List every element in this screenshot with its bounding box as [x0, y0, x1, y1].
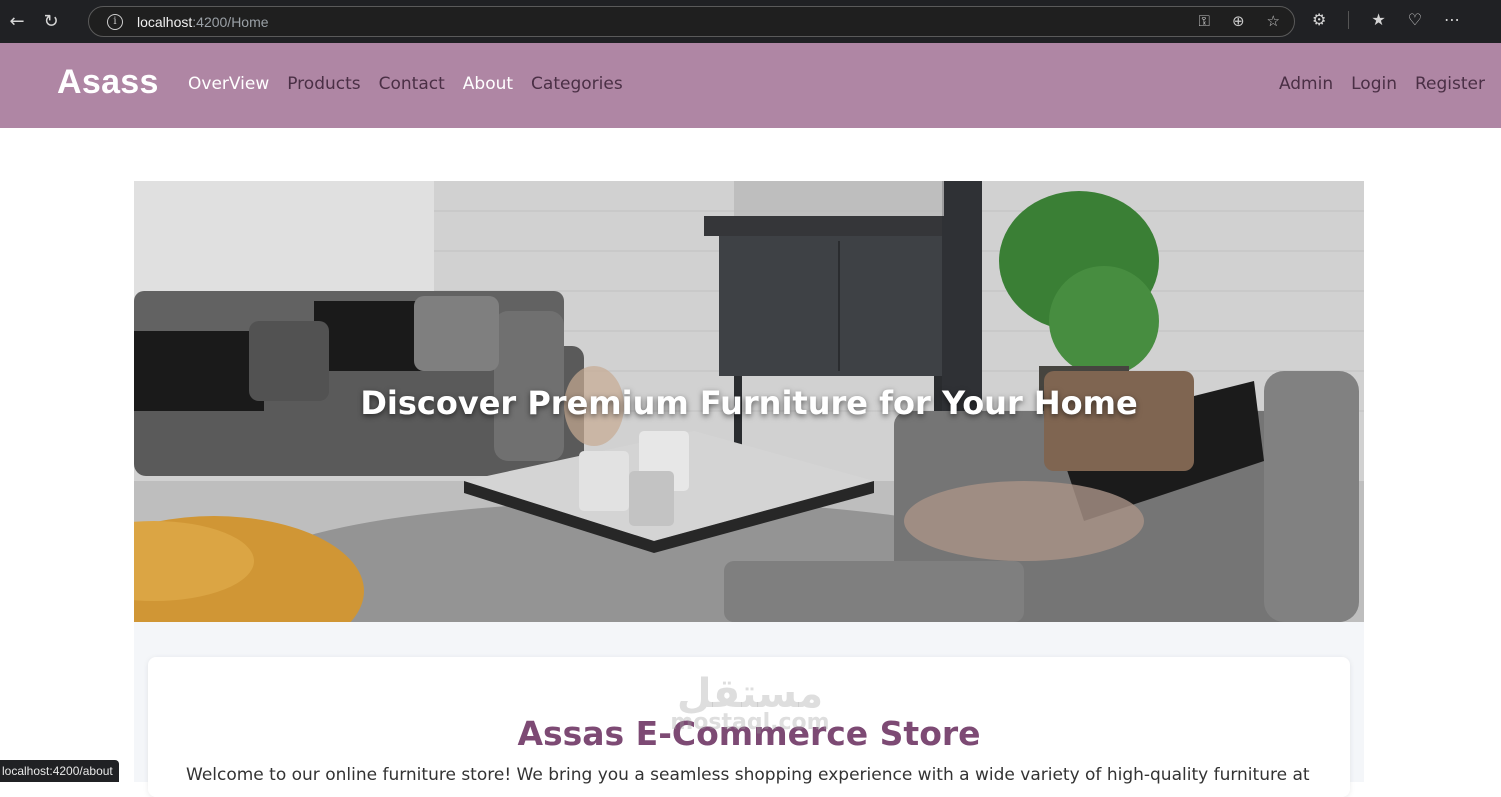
back-arrow-icon[interactable]: ← [4, 9, 30, 35]
nav-categories[interactable]: Categories [531, 74, 623, 94]
extensions-icon[interactable]: ⚙ [1312, 10, 1326, 29]
hero-title: Discover Premium Furniture for Your Home [360, 384, 1138, 422]
nav-overview[interactable]: OverView [188, 74, 269, 94]
browser-essentials-icon[interactable]: ♡ [1408, 10, 1422, 29]
address-bar[interactable]: i localhost:4200/Home ⚿ ⊕ ☆ [88, 6, 1295, 37]
nav-about[interactable]: About [463, 74, 513, 94]
toolbar-divider [1348, 11, 1350, 29]
more-menu-icon[interactable]: ⋯ [1444, 10, 1460, 29]
primary-nav: OverView Products Contact About Categori… [188, 74, 623, 94]
nav-contact[interactable]: Contact [379, 74, 445, 94]
favorites-icon[interactable]: ★ [1371, 10, 1385, 29]
hero-banner: Discover Premium Furniture for Your Home [134, 181, 1364, 622]
brand-logo[interactable]: Asass [57, 63, 159, 102]
site-info-icon[interactable]: i [107, 13, 123, 30]
nav-register[interactable]: Register [1415, 74, 1485, 94]
account-nav: Admin Login Register [1279, 74, 1485, 94]
about-card-text: Welcome to our online furniture store! W… [186, 765, 1310, 785]
browser-toolbar: ← ↻ i localhost:4200/Home ⚿ ⊕ ☆ ⚙ ★ ♡ ⋯ [0, 0, 1501, 43]
url-text[interactable]: localhost:4200/Home [137, 14, 269, 30]
reload-icon[interactable]: ↻ [38, 9, 64, 35]
main-navbar: Asass OverView Products Contact About Ca… [0, 43, 1501, 128]
key-icon[interactable]: ⚿ [1199, 12, 1210, 30]
watermark-latin: mostaql.com [670, 710, 830, 735]
nav-products[interactable]: Products [287, 74, 360, 94]
nav-admin[interactable]: Admin [1279, 74, 1333, 94]
favorite-star-icon[interactable]: ☆ [1267, 12, 1280, 30]
mostaql-watermark: مستقل mostaql.com [655, 672, 845, 735]
nav-login[interactable]: Login [1351, 74, 1397, 94]
zoom-icon[interactable]: ⊕ [1232, 12, 1245, 30]
link-status-tooltip: localhost:4200/about [0, 760, 119, 782]
